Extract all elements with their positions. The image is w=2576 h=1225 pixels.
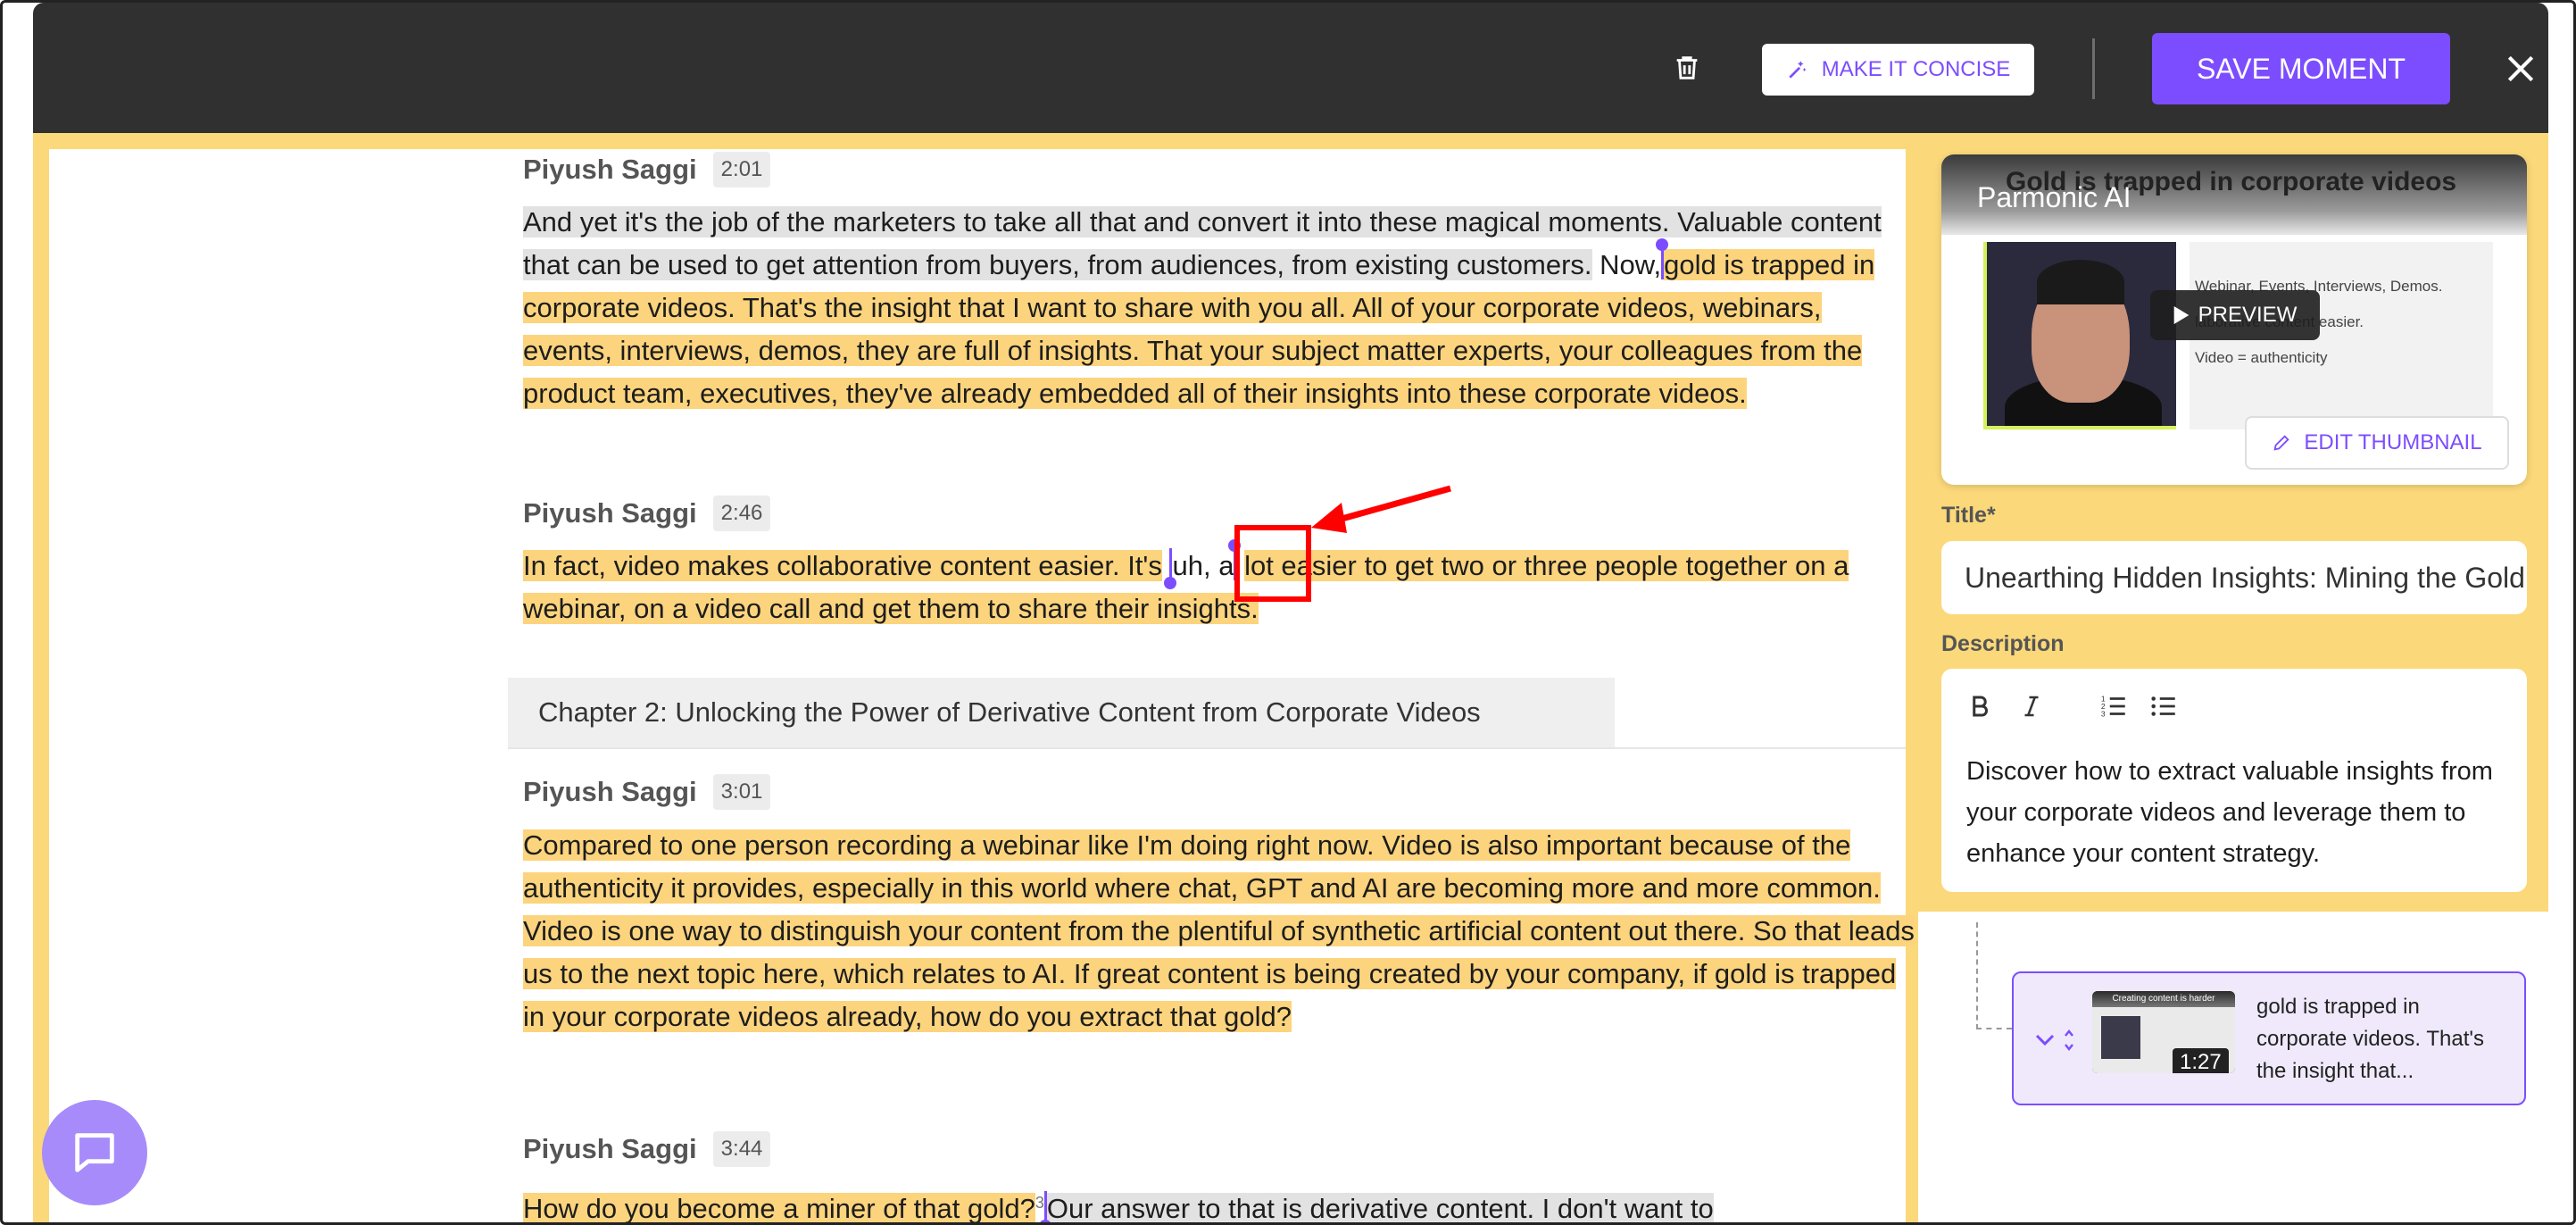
selection-end-handle[interactable] <box>1038 1191 1051 1222</box>
moment-marker: 3 <box>1035 1194 1044 1212</box>
speaker-name: Piyush Saggi <box>523 154 697 185</box>
chapter-divider <box>508 747 1906 749</box>
preview-button[interactable]: PREVIEW <box>2150 290 2320 340</box>
selected-text: How do you become a miner of that gold? <box>523 1193 1035 1225</box>
slide-line: Video = authenticity <box>2195 349 2328 366</box>
thumbnail-brand: Parmonic AI <box>1977 181 2131 213</box>
timestamp[interactable]: 2:46 <box>712 496 771 531</box>
excluded-text: Now, <box>1600 249 1662 280</box>
transcript-paragraph[interactable]: Compared to one person recording a webin… <box>523 824 1915 1038</box>
pencil-icon <box>2273 435 2290 451</box>
timestamp[interactable]: 3:44 <box>712 1131 771 1167</box>
speaker-name: Piyush Saggi <box>523 497 697 529</box>
save-moment-button[interactable]: SAVE MOMENT <box>2152 33 2450 104</box>
magic-wand-icon <box>1789 61 1807 79</box>
timestamp[interactable]: 3:01 <box>712 774 771 810</box>
chapter-heading: Chapter 2: Unlocking the Power of Deriva… <box>508 678 1615 747</box>
app-frame: MAKE IT CONCISE SAVE MOMENT Piyush Saggi… <box>0 0 2576 1225</box>
edit-start-handle[interactable] <box>1164 548 1177 589</box>
description-editor[interactable]: 1 2 3 Discover how to extract valuable i… <box>1941 669 2527 892</box>
moment-editor-toolbar: MAKE IT CONCISE SAVE MOMENT <box>33 3 2548 133</box>
edit-thumbnail-label: EDIT THUMBNAIL <box>2304 430 2482 454</box>
make-it-concise-button[interactable]: MAKE IT CONCISE <box>1762 44 2034 96</box>
annotation-arrow-icon <box>1311 485 1451 533</box>
play-icon <box>2173 306 2189 324</box>
thumbnail-card: Gold is trapped in corporate videos Parm… <box>1941 154 2527 485</box>
svg-text:3: 3 <box>2101 709 2106 718</box>
make-it-concise-label: MAKE IT CONCISE <box>1821 57 2011 81</box>
bold-icon[interactable] <box>1966 690 1993 722</box>
moment-summary: gold is trapped in corporate videos. Tha… <box>2256 995 2484 1083</box>
unselected-text: Our answer to that is derivative content… <box>1046 1193 1714 1225</box>
transcript-paragraph[interactable]: How do you become a miner of that gold?3… <box>523 1181 1908 1225</box>
description-text[interactable]: Discover how to extract valuable insight… <box>1966 751 2511 874</box>
speaker-video-frame <box>1983 242 2176 429</box>
chat-icon <box>75 1133 114 1172</box>
title-label: Title* <box>1941 503 1996 528</box>
italic-icon[interactable] <box>2018 690 2045 722</box>
selected-text: Compared to one person recording a webin… <box>523 829 1915 1032</box>
transcript-paragraph[interactable]: And yet it's the job of the marketers to… <box>523 201 1908 415</box>
moment-thumb-headline: Creating content is harder <box>2092 991 2235 1007</box>
annotation-highlight-box <box>1234 525 1311 602</box>
description-label: Description <box>1941 631 2065 656</box>
support-chat-button[interactable] <box>42 1100 147 1205</box>
moment-thumbnail[interactable]: Creating content is harder 1:27 <box>2092 991 2235 1073</box>
speaker-heading: Piyush Saggi 2:01 <box>523 152 771 188</box>
expand-collapse-icon[interactable] <box>2035 1027 2080 1054</box>
moment-list-item[interactable]: Creating content is harder 1:27 gold is … <box>2012 971 2526 1105</box>
video-hair <box>2037 260 2124 304</box>
bullet-list-icon[interactable] <box>2148 690 2179 722</box>
moment-duration: 1:27 <box>2173 1048 2229 1073</box>
speaker-heading: Piyush Saggi 3:44 <box>523 1131 771 1167</box>
speaker-name: Piyush Saggi <box>523 1133 697 1164</box>
trash-icon[interactable] <box>1672 53 1702 83</box>
close-icon[interactable] <box>2504 52 2538 86</box>
tree-connector <box>1976 922 1978 1029</box>
moment-thumb-face <box>2101 1016 2140 1059</box>
excluded-filler-text: uh, a <box>1172 550 1234 581</box>
edit-thumbnail-button[interactable]: EDIT THUMBNAIL <box>2245 416 2509 470</box>
tree-connector <box>1976 1028 2012 1029</box>
title-input[interactable]: Unearthing Hidden Insights: Mining the G… <box>1941 541 2527 614</box>
ordered-list-icon[interactable]: 1 2 3 <box>2098 690 2129 722</box>
transcript-paragraph[interactable]: In fact, video makes collaborative conte… <box>523 539 1908 630</box>
selected-text: In fact, video makes collaborative conte… <box>523 550 1162 581</box>
toolbar-divider <box>2092 38 2095 99</box>
speaker-name: Piyush Saggi <box>523 776 697 807</box>
selection-start-handle[interactable] <box>1656 238 1669 279</box>
speaker-heading: Piyush Saggi 2:46 <box>523 496 771 531</box>
timestamp[interactable]: 2:01 <box>712 152 771 188</box>
speaker-heading: Piyush Saggi 3:01 <box>523 774 771 810</box>
preview-label: PREVIEW <box>2198 303 2298 327</box>
